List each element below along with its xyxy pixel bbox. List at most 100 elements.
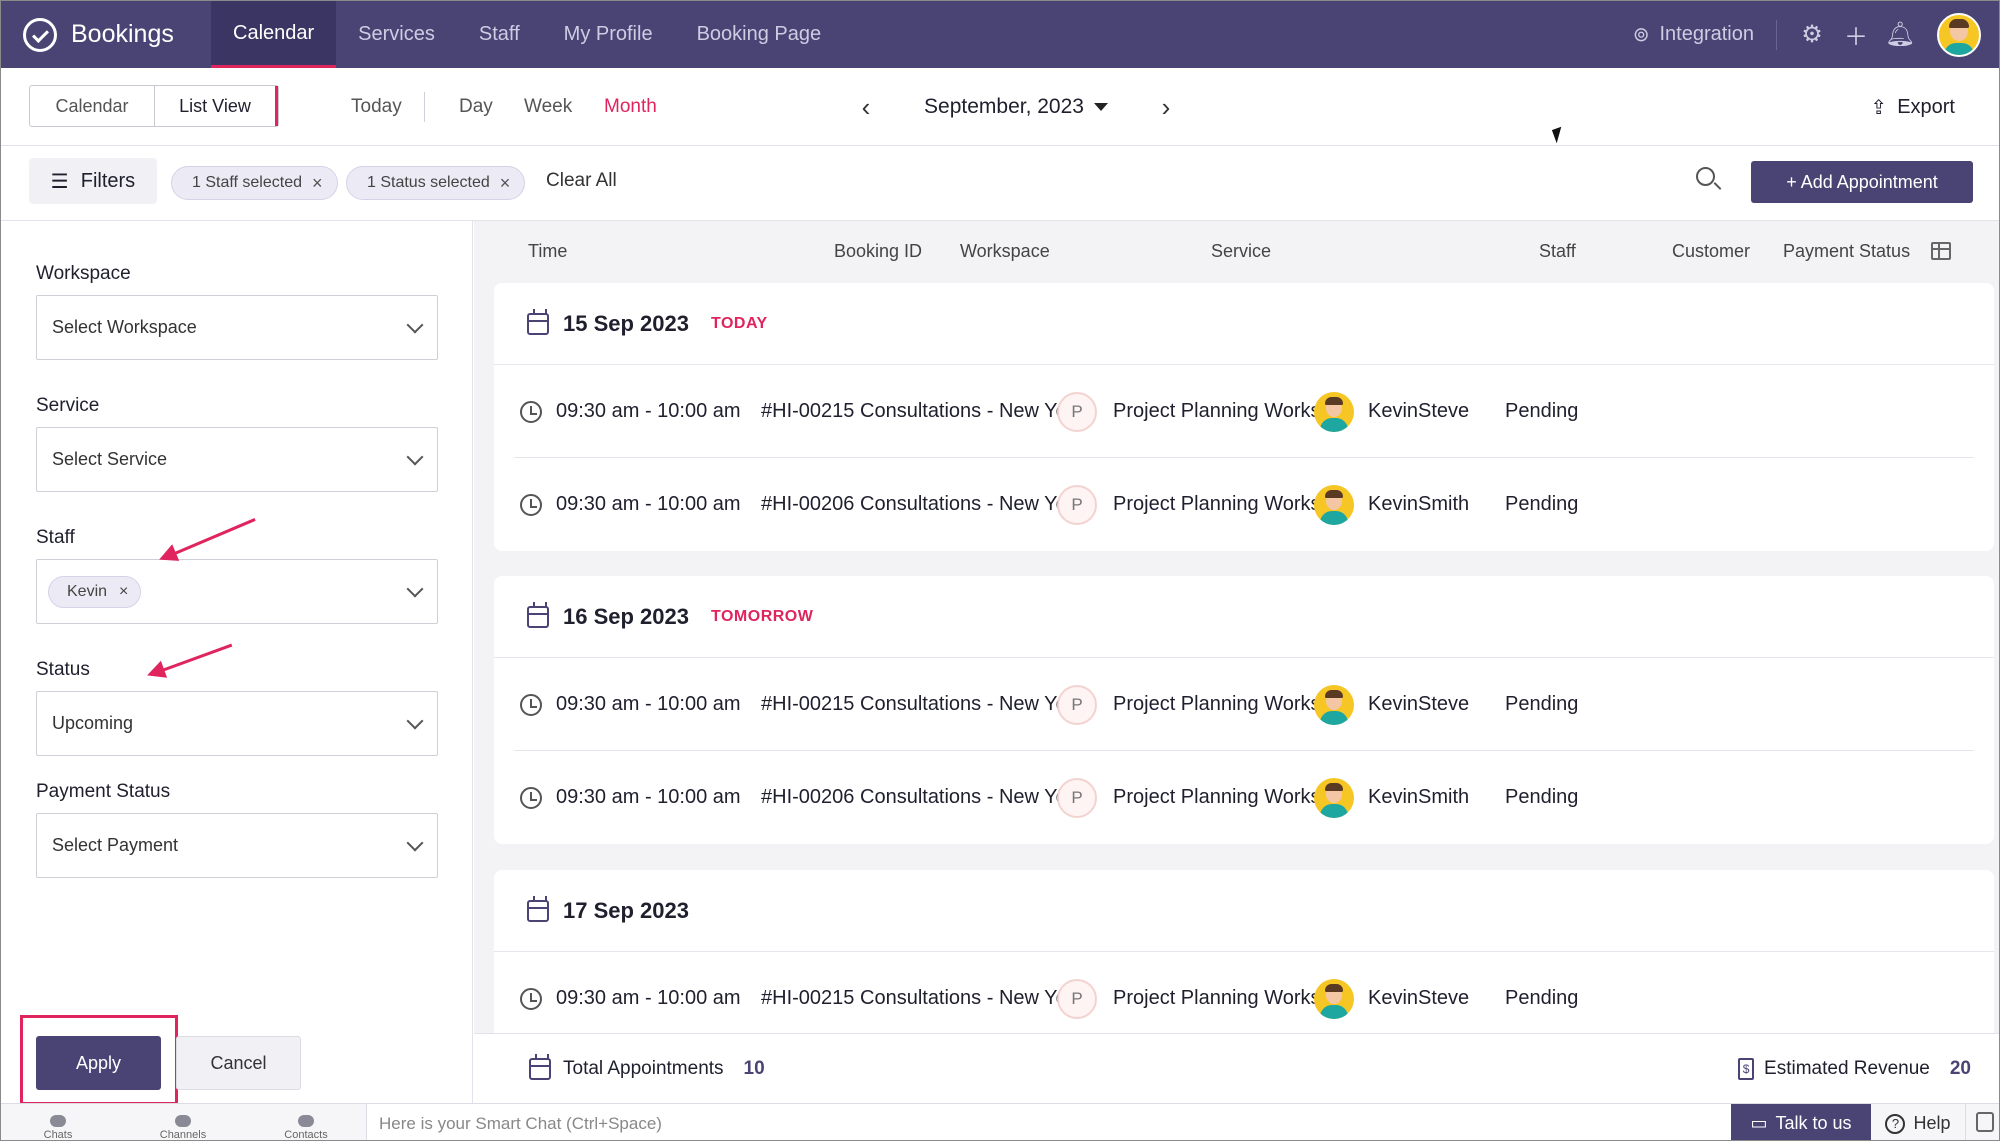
table-row[interactable]: 09:30 am - 10:00 am #HI-00206 Consultati… — [514, 458, 1974, 551]
help-button[interactable]: ? Help — [1871, 1104, 1966, 1140]
nav-tab-services[interactable]: Services — [336, 1, 457, 68]
export-label: Export — [1897, 95, 1955, 118]
service-initial-badge: P — [1057, 777, 1097, 818]
column-header-payment-status[interactable]: Payment Status — [1783, 221, 1910, 281]
channels-button[interactable]: Channels — [138, 1104, 228, 1141]
search-icon[interactable] — [1693, 164, 1723, 194]
payment-status-cell: Pending — [1505, 400, 1579, 422]
payment-status-cell: Pending — [1505, 786, 1579, 808]
apply-button[interactable]: Apply — [36, 1036, 161, 1090]
extension-icon[interactable] — [1976, 1112, 1994, 1132]
filters-button[interactable]: ☰ Filters — [29, 158, 157, 204]
chats-label: Chats — [43, 1129, 73, 1141]
chats-button[interactable]: Chats — [13, 1104, 103, 1141]
workspace-cell: Consultations - New York — [860, 786, 1084, 808]
add-plus-icon[interactable]: ＋ — [1841, 20, 1871, 51]
staff-label: Staff — [36, 527, 75, 548]
bookings-logo-icon — [23, 17, 57, 52]
booking-id-cell: #HI-00215 — [761, 400, 855, 422]
customer-cell: Steve — [1418, 693, 1470, 715]
day-button[interactable]: Day — [459, 68, 493, 146]
cancel-button[interactable]: Cancel — [176, 1036, 301, 1090]
booking-id-cell: #HI-00206 — [761, 786, 855, 808]
date-group-header: 15 Sep 2023 TODAY — [494, 283, 1994, 365]
next-month-chevron-right-icon[interactable]: › — [1151, 92, 1181, 123]
remove-chip-close-icon[interactable]: × — [500, 173, 511, 194]
month-picker[interactable]: September, 2023 — [924, 95, 1108, 119]
service-select-value: Select Service — [52, 449, 168, 469]
booking-id-cell: #HI-00206 — [761, 493, 855, 515]
status-select[interactable]: Upcoming — [36, 691, 438, 756]
customer-cell: Smith — [1418, 786, 1470, 808]
export-button[interactable]: ⇪ Export — [1870, 68, 1955, 146]
staff-cell: Kevin — [1368, 786, 1419, 808]
nav-tab-booking-page[interactable]: Booking Page — [675, 1, 844, 68]
payment-status-select[interactable]: Select Payment — [36, 813, 438, 878]
column-settings-icon[interactable] — [1931, 221, 1951, 281]
help-question-icon: ? — [1885, 1113, 1906, 1134]
column-header-time[interactable]: Time — [528, 221, 567, 281]
payment-status-cell: Pending — [1505, 493, 1579, 515]
column-header-workspace[interactable]: Workspace — [960, 221, 1050, 281]
payment-status-label: Payment Status — [36, 781, 171, 802]
nav-tab-staff[interactable]: Staff — [457, 1, 542, 68]
settings-gear-icon[interactable]: ⚙ — [1797, 20, 1827, 50]
list-view-button[interactable]: List View — [154, 86, 278, 126]
table-row[interactable]: 09:30 am - 10:00 am #HI-00206 Consultati… — [514, 751, 1974, 844]
clear-all-link[interactable]: Clear All — [546, 146, 617, 216]
table-row[interactable]: 09:30 am - 10:00 am #HI-00215 Consultati… — [514, 365, 1974, 458]
user-avatar[interactable] — [1937, 12, 1981, 57]
workspace-cell: Consultations - New York — [860, 493, 1084, 515]
column-header-service[interactable]: Service — [1211, 221, 1271, 281]
service-initial-badge: P — [1057, 391, 1097, 432]
estimated-revenue-value: 20 — [1949, 1058, 1971, 1079]
staff-avatar — [1314, 484, 1354, 525]
contacts-button[interactable]: Contacts — [261, 1104, 351, 1140]
remove-tag-close-icon[interactable]: × — [119, 583, 128, 601]
staff-filter-chip[interactable]: 1 Staff selected × — [171, 166, 338, 200]
top-navbar: Bookings Calendar Services Staff My Prof… — [1, 1, 1999, 68]
column-header-booking-id[interactable]: Booking ID — [834, 221, 922, 281]
nav-tab-my-profile[interactable]: My Profile — [542, 1, 675, 68]
calendar-icon — [527, 601, 549, 628]
channels-label: Channels — [159, 1129, 207, 1141]
customer-cell: Steve — [1418, 987, 1470, 1009]
month-navigator: ‹ September, 2023 › — [851, 68, 1181, 146]
staff-select[interactable]: Kevin × — [36, 559, 438, 624]
add-appointment-button[interactable]: + Add Appointment — [1751, 161, 1973, 203]
staff-tag: Kevin × — [48, 575, 142, 608]
column-header-customer[interactable]: Customer — [1672, 221, 1750, 281]
table-row[interactable]: 09:30 am - 10:00 am #HI-00215 Consultati… — [514, 952, 1974, 1033]
service-label: Service — [36, 395, 100, 416]
nav-tab-calendar[interactable]: Calendar — [211, 1, 337, 68]
previous-month-chevron-left-icon[interactable]: ‹ — [851, 92, 881, 123]
chat-bubble-icon — [50, 1115, 66, 1127]
service-select[interactable]: Select Service — [36, 427, 438, 492]
workspace-select[interactable]: Select Workspace — [36, 295, 438, 360]
receipt-icon: $ — [1738, 1058, 1755, 1080]
payment-status-cell: Pending — [1505, 987, 1579, 1009]
week-button[interactable]: Week — [524, 68, 572, 146]
smart-chat-input[interactable]: Here is your Smart Chat (Ctrl+Space) — [366, 1104, 1731, 1140]
app-brand[interactable]: Bookings — [1, 1, 211, 68]
staff-cell: Kevin — [1368, 493, 1419, 515]
service-initial-badge: P — [1057, 684, 1097, 725]
month-button[interactable]: Month — [604, 68, 657, 146]
staff-cell: Kevin — [1368, 987, 1419, 1009]
help-label: Help — [1913, 1113, 1951, 1133]
notification-bell-icon[interactable]: 🔔︎ — [1885, 20, 1915, 50]
time-cell: 09:30 am - 10:00 am — [556, 987, 741, 1009]
today-button[interactable]: Today — [351, 92, 425, 122]
integration-link[interactable]: ⊚ Integration — [1633, 19, 1777, 50]
channels-group-icon — [175, 1115, 191, 1127]
filter-sidebar: Workspace Select Workspace Service Selec… — [1, 221, 473, 1105]
talk-to-us-button[interactable]: ▭ Talk to us — [1731, 1104, 1871, 1140]
column-header-staff[interactable]: Staff — [1539, 221, 1576, 281]
remove-chip-close-icon[interactable]: × — [312, 173, 323, 194]
filter-bar: ☰ Filters 1 Staff selected × 1 Status se… — [1, 146, 1999, 221]
group-relative-tag: TODAY — [710, 314, 768, 332]
chip-label: 1 Staff selected — [192, 174, 302, 191]
table-row[interactable]: 09:30 am - 10:00 am #HI-00215 Consultati… — [514, 658, 1974, 751]
calendar-view-button[interactable]: Calendar — [30, 86, 154, 126]
status-filter-chip[interactable]: 1 Status selected × — [346, 166, 526, 200]
